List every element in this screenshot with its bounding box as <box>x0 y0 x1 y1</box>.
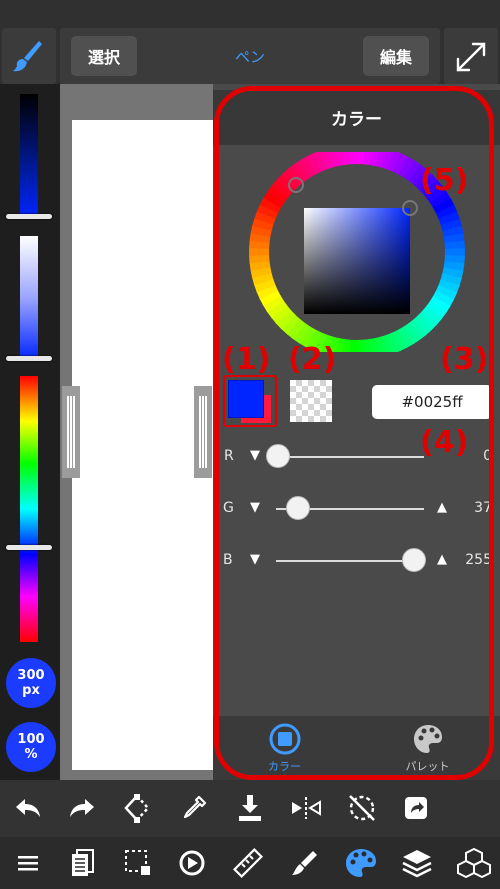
flip-button[interactable] <box>284 786 328 830</box>
palette-icon <box>346 849 376 877</box>
drawing-canvas[interactable] <box>72 120 213 770</box>
selection-button[interactable] <box>116 841 160 885</box>
opacity-unit: % <box>24 747 38 762</box>
palette-button[interactable] <box>339 841 383 885</box>
ruler-button[interactable] <box>226 841 270 885</box>
transform-button[interactable] <box>115 786 159 830</box>
brush-button[interactable] <box>2 28 56 84</box>
select-button[interactable]: 選択 <box>71 36 137 76</box>
saturation-slider-thumb[interactable] <box>6 356 52 361</box>
redo-button[interactable] <box>60 786 104 830</box>
brush-size-value: 300 <box>17 668 45 683</box>
redo-icon <box>70 799 94 817</box>
layers-icon <box>402 850 432 878</box>
eyedropper-icon <box>183 795 207 819</box>
flip-icon <box>292 797 321 819</box>
selection-icon <box>125 850 150 875</box>
tool-name[interactable]: ペン <box>200 46 300 67</box>
brush-icon <box>13 41 42 72</box>
canvas-area[interactable] <box>60 84 213 780</box>
right-panel-handle[interactable] <box>194 386 212 478</box>
hue-gradient-slider[interactable] <box>20 376 38 642</box>
hue-slider-thumb[interactable] <box>6 545 52 550</box>
brush-size-unit: px <box>22 683 40 698</box>
left-rail: 300 px 100 % <box>0 84 60 780</box>
menu-button[interactable] <box>6 841 50 885</box>
fullscreen-button[interactable] <box>444 28 498 84</box>
fill-button[interactable] <box>170 841 214 885</box>
share-button[interactable] <box>394 786 438 830</box>
save-icon <box>239 795 261 821</box>
top-toolbar: 選択 ペン 編集 <box>0 0 500 84</box>
value-slider-thumb[interactable] <box>6 214 52 219</box>
brush-size-button[interactable]: 300 px <box>6 658 56 708</box>
save-button[interactable] <box>228 786 272 830</box>
ruler-icon <box>233 848 263 878</box>
brush-tool-icon <box>292 851 317 875</box>
eyedropper-button[interactable] <box>172 786 216 830</box>
material-icon <box>457 847 491 879</box>
value-gradient-slider[interactable] <box>20 94 38 218</box>
material-button[interactable] <box>452 841 496 885</box>
undo-icon <box>16 799 40 817</box>
brush-tool-button[interactable] <box>283 841 327 885</box>
left-panel-handle[interactable] <box>62 386 80 478</box>
bottom-toolbar-2 <box>0 837 500 889</box>
edit-button[interactable]: 編集 <box>363 36 429 76</box>
layers-button[interactable] <box>395 841 439 885</box>
saturation-gradient-slider[interactable] <box>20 236 38 360</box>
layer-list-button[interactable] <box>60 841 104 885</box>
share-icon <box>405 797 427 819</box>
opacity-button[interactable]: 100 % <box>6 722 56 772</box>
expand-icon <box>456 42 486 72</box>
transform-icon <box>124 794 150 823</box>
bottom-toolbar-1 <box>0 780 500 837</box>
menu-icon <box>18 856 38 871</box>
highlight-outline <box>214 86 494 780</box>
undo-button[interactable] <box>6 786 50 830</box>
fill-icon <box>179 850 205 876</box>
snap-button[interactable] <box>340 786 384 830</box>
opacity-value: 100 <box>17 732 45 747</box>
snap-off-icon <box>349 795 375 821</box>
layers-list-icon <box>72 849 94 876</box>
